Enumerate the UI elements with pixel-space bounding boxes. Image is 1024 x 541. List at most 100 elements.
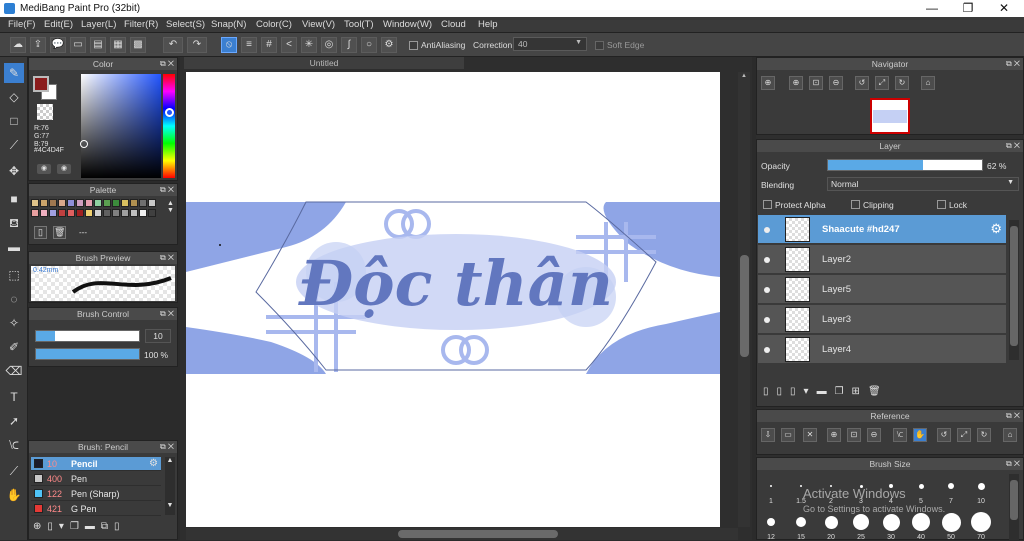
share-icon[interactable]: ⇪ <box>30 37 46 53</box>
color-wheel-icon[interactable]: ◉ <box>37 164 51 174</box>
menu-cloud[interactable]: Cloud <box>441 19 466 30</box>
lock-checkbox[interactable] <box>937 200 946 209</box>
brush-size-dot[interactable] <box>941 512 961 532</box>
folder-icon[interactable]: ▬ <box>85 521 101 532</box>
menu-tool[interactable]: Tool(T) <box>344 19 374 30</box>
menu-color[interactable]: Color(C) <box>256 19 292 30</box>
text-tool-icon[interactable]: T <box>4 387 24 407</box>
new-palette-icon[interactable]: ▯ <box>34 226 47 239</box>
add-brush-icon[interactable]: ⊕ <box>33 521 47 532</box>
brush-size-dot[interactable] <box>824 515 838 529</box>
zoom-in-icon[interactable]: ⊕ <box>761 76 775 90</box>
brush-size-dot[interactable] <box>770 485 772 487</box>
brush-list-scrollbar[interactable]: ▲ ▼ <box>165 457 175 515</box>
fit-icon[interactable]: ⊡ <box>847 428 861 442</box>
hue-handle[interactable] <box>165 108 174 117</box>
close-button[interactable]: ✕ <box>986 0 1022 17</box>
rectangle-tool-icon[interactable]: □ <box>4 111 24 131</box>
menu-select[interactable]: Select(S) <box>166 19 205 30</box>
delete-icon[interactable]: ▯ <box>114 521 126 532</box>
transparent-color-swatch[interactable] <box>37 104 53 120</box>
new-layer-1bit-icon[interactable]: ▯ <box>790 386 804 397</box>
brush-size-dot[interactable] <box>796 517 806 527</box>
maximize-button[interactable]: ❐ <box>950 0 986 17</box>
flip-icon[interactable]: ⤢ <box>957 428 971 442</box>
snap-off-icon[interactable]: ⦸ <box>221 37 237 53</box>
layer-row[interactable]: Layer5 <box>758 275 1006 304</box>
panel-controls-icon[interactable]: ⧉ ✕ <box>160 252 174 264</box>
brush-size-value[interactable]: 10 <box>145 329 171 343</box>
palette-swatch[interactable] <box>76 209 84 217</box>
brush-size-dot[interactable] <box>767 518 775 526</box>
vanish-snap-icon[interactable]: < <box>281 37 297 53</box>
rotate-right-icon[interactable]: ↻ <box>895 76 909 90</box>
palette-swatch[interactable] <box>112 199 120 207</box>
add-layer-menu-icon[interactable]: ▾ <box>804 386 817 397</box>
flip-icon[interactable]: ⤢ <box>875 76 889 90</box>
palette-swatch[interactable] <box>40 199 48 207</box>
zoom-in-icon[interactable]: ⊕ <box>827 428 841 442</box>
menu-filter[interactable]: Filter(R) <box>124 19 158 30</box>
canvas[interactable]: Độc thân <box>186 72 720 527</box>
layer-opacity-slider[interactable] <box>827 159 983 171</box>
menu-view[interactable]: View(V) <box>302 19 335 30</box>
concentric-snap-icon[interactable]: ◎ <box>321 37 337 53</box>
zoom-in-icon[interactable]: ⊕ <box>789 76 803 90</box>
color-slider-icon[interactable]: ◉ <box>57 164 71 174</box>
canvas-vertical-scroll-thumb[interactable] <box>740 255 749 357</box>
palette-swatch[interactable] <box>121 209 129 217</box>
brush-menu-icon[interactable]: ▾ <box>59 521 70 532</box>
gear-icon[interactable]: ⚙ <box>149 458 158 469</box>
cloud-download-icon[interactable]: ⇩ <box>761 428 775 442</box>
zoom-out-icon[interactable]: ⊖ <box>867 428 881 442</box>
select-pen-tool-icon[interactable]: ✐ <box>4 337 24 357</box>
grid-page-icon[interactable]: ▦ <box>110 37 126 53</box>
minimize-button[interactable]: — <box>914 0 950 17</box>
palette-more-label[interactable]: --- <box>79 228 87 237</box>
panel-controls-icon[interactable]: ⧉ ✕ <box>160 308 174 320</box>
menu-help[interactable]: Help <box>478 19 498 30</box>
brush-size-dot[interactable] <box>800 485 802 487</box>
rotate-right-icon[interactable]: ↻ <box>977 428 991 442</box>
rotate-left-icon[interactable]: ↺ <box>855 76 869 90</box>
palette-swatch[interactable] <box>148 209 156 217</box>
new-brush-icon[interactable]: ▯ <box>47 521 59 532</box>
gear-icon[interactable]: ⚙ <box>990 221 1002 237</box>
palette-swatch[interactable] <box>49 199 57 207</box>
palette-swatch[interactable] <box>85 209 93 217</box>
layer-row[interactable]: Shaacute #hd247 ⚙ <box>758 215 1006 244</box>
grid-snap-icon[interactable]: # <box>261 37 277 53</box>
merge-icon[interactable]: ⊞ <box>852 386 868 397</box>
visibility-icon[interactable] <box>764 227 770 233</box>
visibility-icon[interactable] <box>764 257 770 263</box>
new-layer-8bit-icon[interactable]: ▯ <box>777 386 791 397</box>
eraser-tool-icon[interactable]: ◇ <box>4 87 24 107</box>
copy-brush-icon[interactable]: ❐ <box>70 521 85 532</box>
visibility-icon[interactable] <box>764 347 770 353</box>
reset-view-icon[interactable]: ⌂ <box>1003 428 1017 442</box>
panel-controls-icon[interactable]: ⧉ ✕ <box>1006 140 1020 152</box>
delete-palette-icon[interactable]: 🗑 <box>53 226 66 239</box>
palette-swatch[interactable] <box>40 209 48 217</box>
brush-size-dot[interactable] <box>853 514 869 530</box>
palette-swatch[interactable] <box>31 209 39 217</box>
antialiasing-checkbox[interactable] <box>409 41 418 50</box>
palette-swatch[interactable] <box>58 209 66 217</box>
menu-window[interactable]: Window(W) <box>383 19 432 30</box>
hand-tool-icon[interactable]: ✋ <box>4 485 24 505</box>
new-layer-icon[interactable]: ▯ <box>763 386 777 397</box>
primary-color-swatch[interactable] <box>33 76 49 92</box>
brush-item-pen[interactable]: 400 Pen <box>31 472 161 486</box>
layer-scrollbar[interactable] <box>1009 220 1019 360</box>
canvas-horizontal-scroll-thumb[interactable] <box>398 530 558 538</box>
scroll-up-icon[interactable]: ▲ <box>741 73 747 79</box>
open-folder-icon[interactable]: ▭ <box>781 428 795 442</box>
brush-size-dot[interactable] <box>918 483 924 489</box>
picker-cursor[interactable] <box>80 140 88 148</box>
panel-controls-icon[interactable]: ⧉ ✕ <box>1006 410 1020 422</box>
hue-slider[interactable] <box>163 74 175 178</box>
document-tab[interactable]: Untitled <box>184 57 464 69</box>
palette-swatch[interactable] <box>67 209 75 217</box>
palette-swatch[interactable] <box>121 199 129 207</box>
gradient-tool-icon[interactable]: ▬ <box>4 237 24 257</box>
